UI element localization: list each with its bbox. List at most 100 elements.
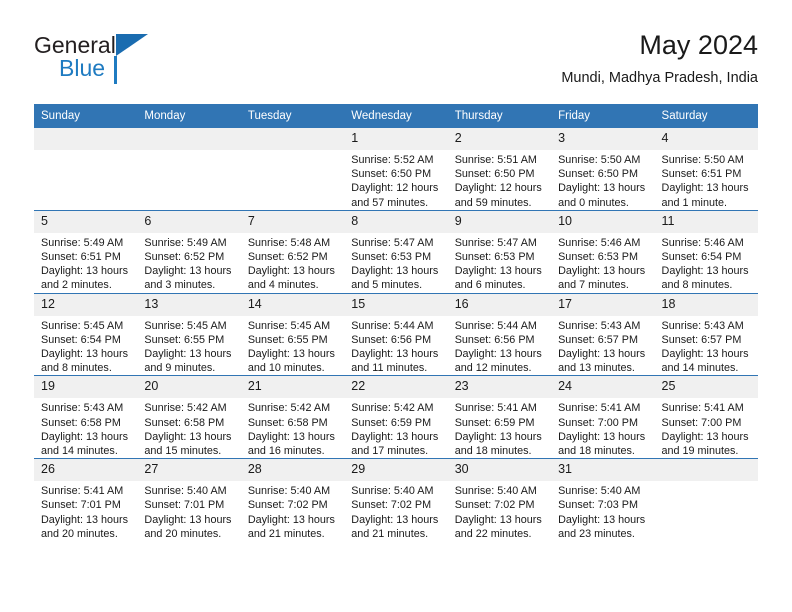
sunrise-time: Sunrise: 5:41 AM [558, 402, 641, 415]
calendar-week-row: 12 Sunrise: 5:45 AM Sunset: 6:54 PM Dayligh… [34, 292, 758, 376]
logo-divider-bar [114, 56, 117, 84]
daylight-duration-line1: Daylight: 13 hours [144, 513, 232, 526]
calendar-day-cell[interactable]: 3 Sunrise: 5:50 AM Sunset: 6:50 PM Daylight… [551, 128, 655, 211]
day-details: Sunrise: 5:50 AM Sunset: 6:50 PM Daylight:… [551, 150, 654, 210]
sunrise-time: Sunrise: 5:49 AM [41, 236, 124, 249]
daylight-duration-line1: Daylight: 13 hours [144, 430, 232, 443]
day-number: 21 [240, 376, 345, 399]
calendar-week-row: 26 Sunrise: 5:41 AM Sunset: 7:01 PM Dayligh… [34, 458, 758, 542]
daylight-duration-line1: Daylight: 13 hours [144, 348, 232, 361]
day-details: Sunrise: 5:45 AM Sunset: 6:55 PM Daylight:… [137, 316, 240, 376]
calendar-day-cell[interactable]: 1 Sunrise: 5:52 AM Sunset: 6:50 PM Daylight… [344, 128, 448, 211]
sunset-time: Sunset: 6:50 PM [351, 168, 432, 181]
calendar-day-cell[interactable]: 18 Sunrise: 5:43 AM Sunset: 6:57 PM Dayligh… [654, 292, 758, 376]
calendar-day-cell[interactable]: 23 Sunrise: 5:41 AM Sunset: 6:59 PM Dayligh… [447, 375, 552, 459]
day-number: 1 [344, 128, 448, 150]
calendar-day-cell[interactable]: 29 Sunrise: 5:40 AM Sunset: 7:02 PM Dayligh… [344, 458, 448, 542]
daylight-duration-line2: and 19 minutes. [661, 445, 739, 458]
day-details: Sunrise: 5:47 AM Sunset: 6:53 PM Daylight:… [448, 233, 551, 293]
daylight-duration-line2: and 12 minutes. [454, 362, 532, 375]
day-number: 2 [447, 128, 552, 150]
sunset-time: Sunset: 6:52 PM [247, 251, 328, 264]
daylight-duration-line2: and 15 minutes. [144, 445, 222, 458]
calendar-day-cell[interactable]: 9 Sunrise: 5:47 AM Sunset: 6:53 PM Daylight… [447, 209, 552, 294]
calendar-day-cell[interactable]: 20 Sunrise: 5:42 AM Sunset: 6:58 PM Dayligh… [137, 375, 241, 459]
day-details: Sunrise: 5:51 AM Sunset: 6:50 PM Daylight:… [448, 150, 551, 210]
daylight-duration-line2: and 16 minutes. [247, 445, 325, 458]
sunrise-time: Sunrise: 5:47 AM [454, 236, 537, 249]
calendar-day-cell[interactable]: 2 Sunrise: 5:51 AM Sunset: 6:50 PM Daylight… [447, 128, 552, 211]
day-details: Sunrise: 5:41 AM Sunset: 6:59 PM Daylight:… [448, 398, 551, 458]
daylight-duration-line2: and 10 minutes. [247, 362, 325, 375]
daylight-duration-line2: and 7 minutes. [558, 279, 629, 292]
calendar-day-cell[interactable]: 26 Sunrise: 5:41 AM Sunset: 7:01 PM Dayligh… [34, 458, 138, 542]
page-header: General Blue May 2024 Mundi, Madhya Prad… [34, 28, 758, 96]
day-details: Sunrise: 5:40 AM Sunset: 7:03 PM Daylight:… [551, 481, 654, 541]
day-number: 19 [34, 376, 138, 399]
calendar-day-cell[interactable]: 17 Sunrise: 5:43 AM Sunset: 6:57 PM Dayligh… [551, 292, 655, 376]
calendar-day-cell[interactable]: 5 Sunrise: 5:49 AM Sunset: 6:51 PM Daylight… [34, 209, 138, 294]
sunset-time: Sunset: 6:52 PM [144, 251, 225, 264]
calendar-day-cell-empty [240, 128, 345, 211]
calendar-day-cell[interactable]: 31 Sunrise: 5:40 AM Sunset: 7:03 PM Dayligh… [551, 458, 655, 542]
daylight-duration-line2: and 18 minutes. [454, 445, 532, 458]
calendar-day-cell[interactable]: 25 Sunrise: 5:41 AM Sunset: 7:00 PM Dayligh… [654, 375, 758, 459]
daylight-duration-line1: Daylight: 13 hours [351, 513, 439, 526]
calendar-day-cell[interactable]: 13 Sunrise: 5:45 AM Sunset: 6:55 PM Dayligh… [137, 292, 241, 376]
day-number: 5 [34, 210, 138, 233]
triangle-icon [116, 34, 148, 56]
calendar-day-cell[interactable]: 19 Sunrise: 5:43 AM Sunset: 6:58 PM Dayligh… [34, 375, 138, 459]
calendar-day-cell[interactable]: 16 Sunrise: 5:44 AM Sunset: 6:56 PM Dayligh… [447, 292, 552, 376]
calendar-day-cell[interactable]: 14 Sunrise: 5:45 AM Sunset: 6:55 PM Dayligh… [240, 292, 345, 376]
day-details: Sunrise: 5:44 AM Sunset: 6:56 PM Daylight:… [448, 316, 551, 376]
sunrise-time: Sunrise: 5:45 AM [41, 319, 124, 332]
day-details: Sunrise: 5:45 AM Sunset: 6:55 PM Daylight:… [241, 316, 344, 376]
sunset-time: Sunset: 6:53 PM [558, 251, 638, 264]
day-details: Sunrise: 5:43 AM Sunset: 6:57 PM Daylight:… [655, 316, 758, 376]
calendar-day-cell[interactable]: 6 Sunrise: 5:49 AM Sunset: 6:52 PM Daylight… [137, 209, 241, 294]
daylight-duration-line1: Daylight: 13 hours [351, 348, 439, 361]
weekday-header-thursday: Thursday [447, 104, 552, 128]
day-number: 22 [344, 376, 448, 399]
daylight-duration-line2: and 23 minutes. [558, 527, 635, 540]
title-block: May 2024 Mundi, Madhya Pradesh, India [561, 28, 758, 89]
calendar-day-cell[interactable]: 27 Sunrise: 5:40 AM Sunset: 7:01 PM Dayligh… [137, 458, 241, 542]
sunrise-time: Sunrise: 5:44 AM [454, 319, 537, 332]
calendar-day-cell[interactable]: 7 Sunrise: 5:48 AM Sunset: 6:52 PM Daylight… [240, 209, 345, 294]
calendar-day-cell[interactable]: 24 Sunrise: 5:41 AM Sunset: 7:00 PM Dayligh… [551, 375, 655, 459]
daylight-duration-line2: and 14 minutes. [41, 445, 118, 458]
calendar-day-cell[interactable]: 8 Sunrise: 5:47 AM Sunset: 6:53 PM Daylight… [344, 209, 448, 294]
sunrise-sunset-calendar: Sunday Monday Tuesday Wednesday Thursday Frid… [34, 104, 758, 542]
day-number: 25 [654, 376, 758, 399]
calendar-day-cell-empty [654, 458, 758, 542]
sunset-time: Sunset: 7:02 PM [247, 499, 328, 512]
day-details: Sunrise: 5:42 AM Sunset: 6:58 PM Daylight:… [241, 398, 344, 458]
day-number: 15 [344, 293, 448, 316]
calendar-day-cell[interactable]: 12 Sunrise: 5:45 AM Sunset: 6:54 PM Dayligh… [34, 292, 138, 376]
calendar-day-cell[interactable]: 21 Sunrise: 5:42 AM Sunset: 6:58 PM Dayligh… [240, 375, 345, 459]
daylight-duration-line1: Daylight: 13 hours [558, 265, 646, 278]
calendar-day-cell[interactable]: 10 Sunrise: 5:46 AM Sunset: 6:53 PM Dayligh… [551, 209, 655, 294]
calendar-header-row: Sunday Monday Tuesday Wednesday Thursday Frid… [34, 104, 758, 128]
day-details: Sunrise: 5:42 AM Sunset: 6:59 PM Daylight:… [344, 398, 447, 458]
calendar-day-cell[interactable]: 22 Sunrise: 5:42 AM Sunset: 6:59 PM Dayligh… [344, 375, 448, 459]
calendar-day-cell[interactable]: 4 Sunrise: 5:50 AM Sunset: 6:51 PM Daylight… [654, 128, 758, 211]
daylight-duration-line1: Daylight: 13 hours [454, 513, 542, 526]
day-number: 18 [654, 293, 758, 316]
calendar-day-cell[interactable]: 15 Sunrise: 5:44 AM Sunset: 6:56 PM Dayligh… [344, 292, 448, 376]
daylight-duration-line1: Daylight: 13 hours [454, 430, 542, 443]
sunset-time: Sunset: 7:00 PM [558, 416, 638, 429]
calendar-day-cell[interactable]: 28 Sunrise: 5:40 AM Sunset: 7:02 PM Dayligh… [240, 458, 345, 542]
daylight-duration-line1: Daylight: 13 hours [41, 265, 129, 278]
daylight-duration-line1: Daylight: 12 hours [351, 182, 439, 195]
day-number: 28 [240, 459, 345, 482]
calendar-day-cell[interactable]: 30 Sunrise: 5:40 AM Sunset: 7:02 PM Dayligh… [447, 458, 552, 542]
day-details: Sunrise: 5:46 AM Sunset: 6:53 PM Daylight:… [551, 233, 654, 293]
sunset-time: Sunset: 7:01 PM [41, 499, 121, 512]
calendar-day-cell[interactable]: 11 Sunrise: 5:46 AM Sunset: 6:54 PM Dayligh… [654, 209, 758, 294]
sunrise-time: Sunrise: 5:48 AM [247, 236, 331, 249]
daylight-duration-line2: and 1 minute. [661, 196, 727, 209]
sunset-time: Sunset: 6:50 PM [454, 168, 535, 181]
general-blue-logo[interactable]: General Blue [34, 32, 254, 88]
daylight-duration-line1: Daylight: 13 hours [661, 430, 749, 443]
